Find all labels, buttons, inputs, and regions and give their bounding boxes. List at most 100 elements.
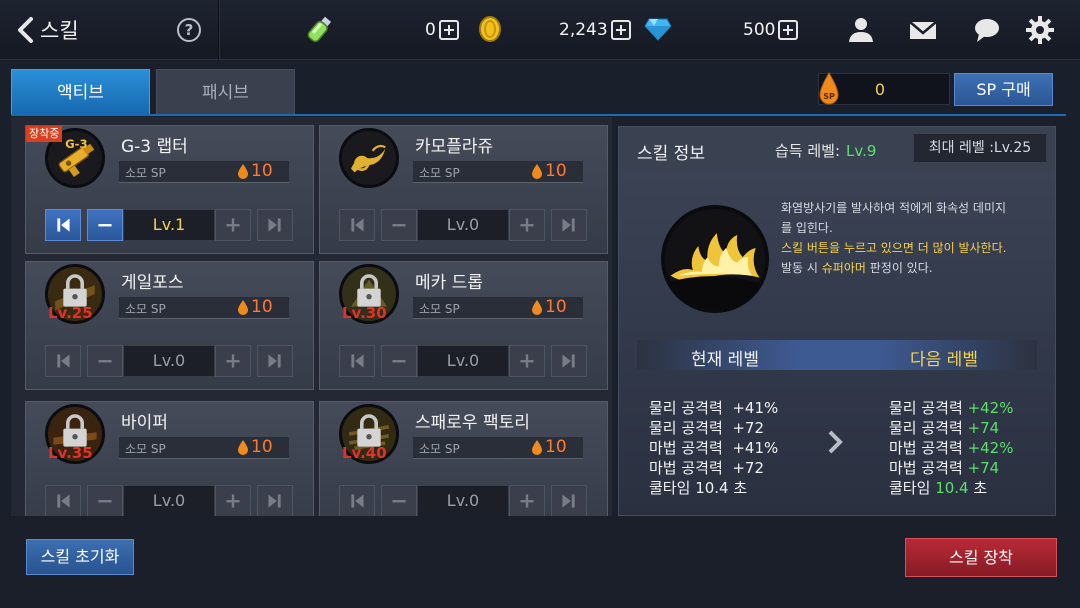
stat-value: +41% [732,439,779,457]
minus-icon [392,224,406,227]
sp-value: 0 [874,80,886,99]
level-up-button[interactable] [215,345,251,377]
stat-value: +74 [967,459,1000,477]
skip-back-icon [57,218,70,232]
potion-icon [307,16,332,43]
flamethrower-icon [661,205,769,313]
add-potion-button[interactable] [438,20,459,40]
add-gem-button[interactable] [778,20,799,40]
level-max-button[interactable] [551,485,587,516]
level-up-button[interactable] [215,485,251,516]
stat-row: 쿨타임 10.4 초 [889,478,1013,498]
stat-value: +74 [967,419,1000,437]
skip-back-icon [351,494,364,508]
mail-icon[interactable] [908,15,938,45]
back-button[interactable]: 스킬 [14,14,79,46]
cost-value: 10 [251,161,273,181]
minus-icon [392,360,406,363]
stat-label: 마법 공격력 [649,459,723,477]
skill-level: Lv.0 [418,346,508,376]
skill-card-galeforce[interactable]: Lv.25 게일포스 소모 SP 10 Lv.0 [25,261,314,390]
skill-card-camouflage[interactable]: 카모플라쥬 소모 SP 10 Lv.0 [319,125,608,254]
level-down-button[interactable] [87,485,123,516]
stat-value: +42% [967,439,1014,457]
skill-level: Lv.0 [124,346,214,376]
level-up-button[interactable] [509,209,545,241]
level-max-button[interactable] [551,345,587,377]
level-min-button[interactable] [339,209,375,241]
friends-icon[interactable] [846,15,876,45]
top-bar: 스킬 ? 0 2,243 500 [0,0,1080,60]
skill-card-sparrow-factory[interactable]: Lv.40 스패로우 팩토리 소모 SP 10 Lv.0 [319,401,608,516]
level-min-button[interactable] [45,209,81,241]
tab-active[interactable]: 액티브 [11,69,150,115]
stat-label: 마법 공격력 [649,439,723,457]
level-min-button[interactable] [339,485,375,516]
stat-label: 물리 공격력 [649,399,723,417]
current-stats: 물리 공격력 +41% 물리 공격력 +72 마법 공격력 +41% 마법 공격… [649,398,778,498]
level-min-button[interactable] [45,345,81,377]
level-up-button[interactable] [215,209,251,241]
sp-drop-icon [238,300,248,315]
level-down-button[interactable] [381,209,417,241]
cost-value: 10 [251,297,273,317]
gold-count: 2,243 [559,20,608,40]
skip-forward-icon [562,218,575,232]
acquire-label: 습득 레벨: [775,142,841,160]
tab-passive[interactable]: 패시브 [156,69,295,115]
desc-highlight: 슈퍼아머 [821,261,866,275]
level-max-button[interactable] [257,209,293,241]
unlock-level: Lv.30 [342,304,387,322]
level-down-button[interactable] [381,345,417,377]
desc-line: 발동 시 슈퍼아머 판정이 있다. [781,258,1049,278]
buy-sp-button[interactable]: SP 구매 [954,73,1053,106]
help-icon[interactable]: ? [177,18,201,42]
stat-suffix: 초 [973,479,988,497]
level-down-button[interactable] [381,485,417,516]
sp-cost: 소모 SP 10 [119,437,289,459]
skill-card-viper[interactable]: Lv.35 바이퍼 소모 SP 10 Lv.0 [25,401,314,516]
potion-counter: 0 [425,18,459,42]
sp-cost: 소모 SP 10 [119,161,289,183]
desc-text: 판정이 있다. [865,261,933,275]
sp-drop-icon [532,440,542,455]
settings-gear-icon[interactable] [1025,15,1055,45]
cost-value: 10 [545,161,567,181]
sp-drop-icon [532,300,542,315]
equip-skill-button[interactable]: 스킬 장착 [905,538,1057,577]
minus-icon [98,224,112,227]
stat-row: 마법 공격력 +74 [889,458,1013,478]
unlock-level: Lv.40 [342,444,387,462]
skill-name: 바이퍼 [121,413,168,433]
stat-value: +41% [732,399,779,417]
skill-card-raptor[interactable]: G-3 장착중 G-3 랩터 소모 SP 10 Lv.1 [25,125,314,254]
chevron-left-icon [18,17,33,43]
level-min-button[interactable] [339,345,375,377]
reset-skills-button[interactable]: 스킬 초기화 [26,539,134,575]
level-up-button[interactable] [509,485,545,516]
level-max-button[interactable] [257,485,293,516]
minus-icon [98,500,112,503]
chat-icon[interactable] [972,15,1002,45]
level-down-button[interactable] [87,209,123,241]
skill-name: 메카 드롭 [415,273,483,293]
skip-forward-icon [562,354,575,368]
plus-icon [520,218,534,232]
diamond-icon [644,18,672,41]
skip-back-icon [351,354,364,368]
stat-row: 물리 공격력 +41% [649,398,778,418]
skill-level: Lv.0 [418,210,508,240]
level-up-button[interactable] [509,345,545,377]
level-min-button[interactable] [45,485,81,516]
level-max-button[interactable] [257,345,293,377]
add-gold-button[interactable] [610,20,631,40]
level-down-button[interactable] [87,345,123,377]
plus-icon [520,354,534,368]
stat-value: 10.4 [935,479,969,497]
skill-card-mecha-drop[interactable]: Lv.30 메카 드롭 소모 SP 10 Lv.0 [319,261,608,390]
acquire-value: Lv.9 [846,142,877,160]
sp-cost: 소모 SP 10 [413,297,583,319]
cost-label: 소모 SP [419,302,460,316]
info-header: 스킬 정보 습득 레벨: Lv.9 최대 레벨 :Lv.25 [619,127,1055,170]
level-max-button[interactable] [551,209,587,241]
